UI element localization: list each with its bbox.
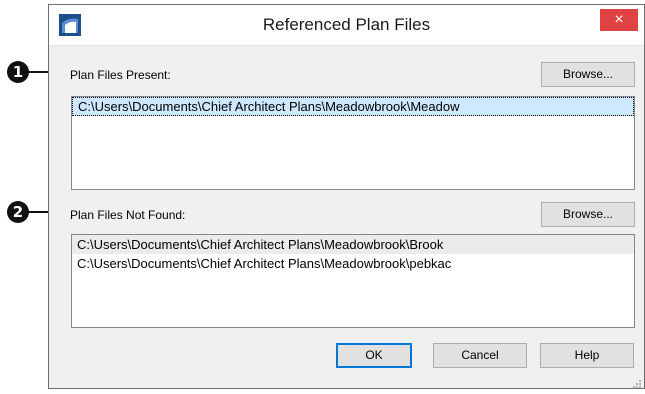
help-button[interactable]: Help xyxy=(540,343,634,368)
plan-files-not-found-list[interactable]: C:\Users\Documents\Chief Architect Plans… xyxy=(71,234,635,328)
plan-files-not-found-label: Plan Files Not Found: xyxy=(70,208,186,222)
callout-marker-1: 1 xyxy=(7,61,29,83)
close-button[interactable]: × xyxy=(600,9,638,31)
list-item[interactable]: C:\Users\Documents\Chief Architect Plans… xyxy=(72,97,634,116)
plan-files-present-list[interactable]: C:\Users\Documents\Chief Architect Plans… xyxy=(71,96,635,190)
plan-files-present-label: Plan Files Present: xyxy=(70,68,171,82)
list-item[interactable]: C:\Users\Documents\Chief Architect Plans… xyxy=(72,235,634,254)
resize-grip-icon[interactable] xyxy=(632,376,642,388)
cancel-button[interactable]: Cancel xyxy=(433,343,527,368)
ok-button[interactable]: OK xyxy=(336,343,412,368)
referenced-plan-files-dialog: Referenced Plan Files × Plan Files Prese… xyxy=(48,4,645,389)
browse-present-button[interactable]: Browse... xyxy=(541,62,635,87)
callout-marker-2: 2 xyxy=(7,201,29,223)
title-bar[interactable]: Referenced Plan Files × xyxy=(49,5,644,46)
dialog-title: Referenced Plan Files xyxy=(262,15,431,34)
list-item[interactable]: C:\Users\Documents\Chief Architect Plans… xyxy=(72,254,634,273)
browse-not-found-button[interactable]: Browse... xyxy=(541,202,635,227)
